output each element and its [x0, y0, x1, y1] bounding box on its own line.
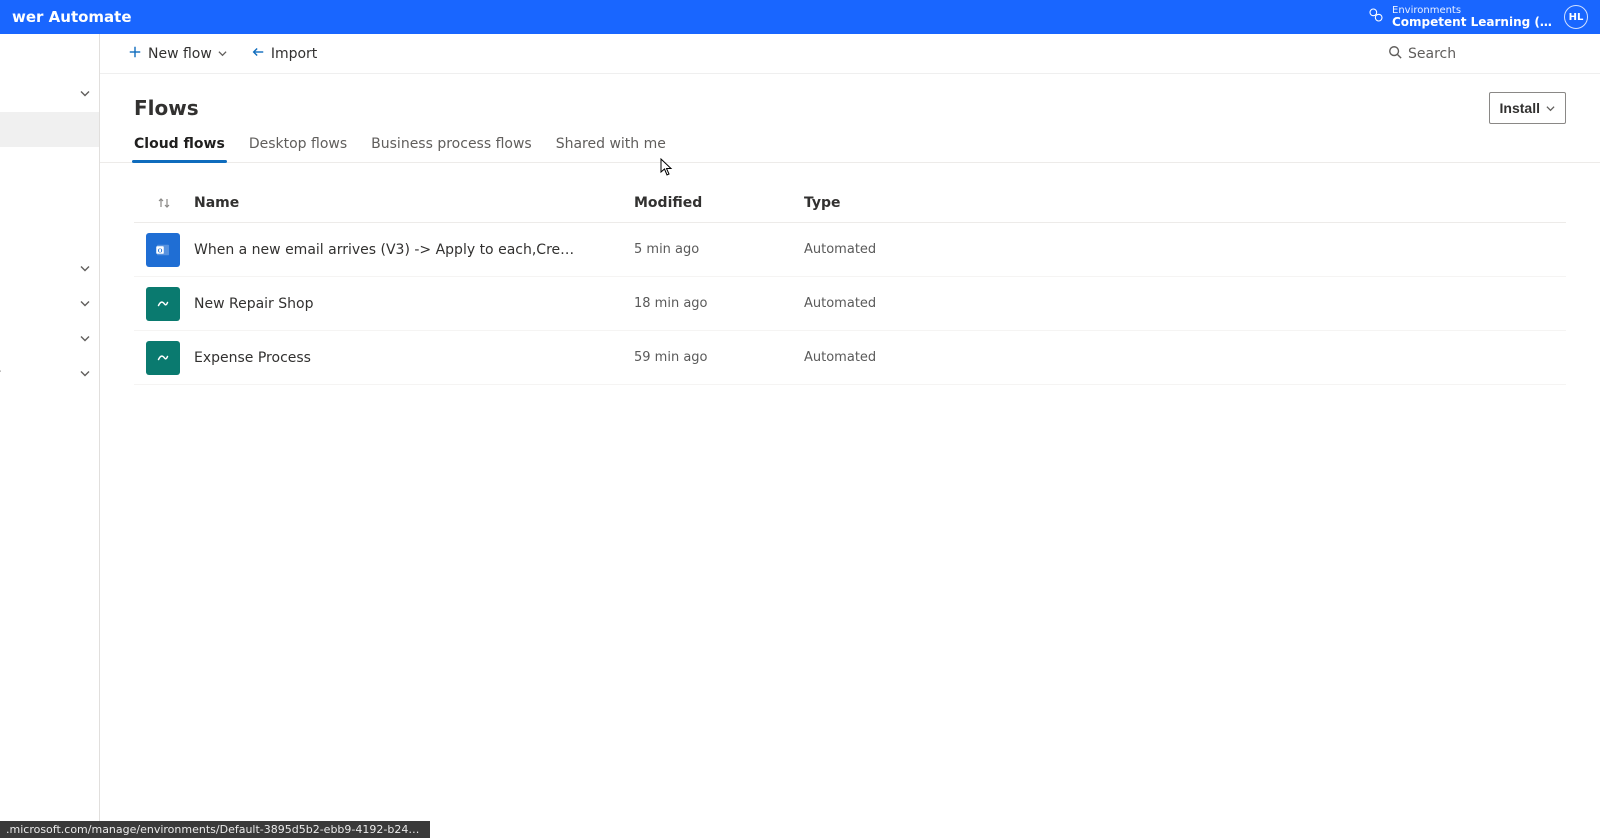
install-button[interactable]: Install	[1489, 92, 1566, 124]
table-header-row: Name Modified Type	[134, 183, 1566, 223]
environment-icon	[1368, 7, 1384, 27]
sidebar-item[interactable]: ion items	[0, 77, 100, 112]
table-row[interactable]: Expense Process59 min agoAutomated	[134, 331, 1566, 385]
chevron-down-icon	[80, 332, 90, 347]
sidebar-item[interactable]: rn	[0, 427, 100, 462]
chevron-down-icon	[80, 367, 90, 382]
flow-type: Automated	[804, 350, 1566, 365]
command-bar: New flow Import Search	[100, 34, 1600, 74]
table-row[interactable]: New Repair Shop18 min agoAutomated	[134, 277, 1566, 331]
chevron-down-icon	[80, 262, 90, 277]
dataverse-icon	[146, 341, 180, 375]
svg-text:O: O	[158, 248, 163, 254]
col-name[interactable]: Name	[194, 195, 634, 211]
col-modified[interactable]: Modified	[634, 195, 804, 211]
sidebar-item[interactable]: ate	[0, 147, 100, 182]
chevron-down-icon	[80, 297, 90, 312]
new-flow-button[interactable]: New flow	[120, 38, 235, 70]
plus-icon	[128, 45, 142, 63]
sidebar-item[interactable]: a	[0, 252, 100, 287]
install-label: Install	[1500, 100, 1540, 116]
tab[interactable]: Business process flows	[371, 136, 532, 162]
flow-name: New Repair Shop	[194, 296, 634, 312]
flow-modified: 18 min ago	[634, 296, 804, 311]
chevron-down-icon	[1546, 100, 1555, 116]
tab[interactable]: Desktop flows	[249, 136, 347, 162]
flow-name: Expense Process	[194, 350, 634, 366]
table-row[interactable]: O When a new email arrives (V3) -> Apply …	[134, 223, 1566, 277]
sidebar-item[interactable]: nectors	[0, 217, 100, 252]
tabstrip: Cloud flows Desktop flows Business process…	[100, 128, 1600, 163]
sidebar-item[interactable]: flows	[0, 112, 100, 147]
side-navigation: meion itemsflowsatenplatesnectorsanitoru…	[0, 34, 100, 838]
avatar[interactable]: HL	[1564, 5, 1588, 29]
flow-modified: 5 min ago	[634, 242, 804, 257]
search-icon	[1388, 45, 1402, 63]
environment-name: Competent Learning (d…	[1392, 16, 1552, 29]
sidebar-item[interactable]: me	[0, 42, 100, 77]
flow-type: Automated	[804, 296, 1566, 311]
status-bar-url: .microsoft.com/manage/environments/Defau…	[0, 821, 430, 838]
import-button[interactable]: Import	[243, 38, 325, 70]
top-app-bar: wer Automate Environments Competent Lear…	[0, 0, 1600, 34]
flow-type: Automated	[804, 242, 1566, 257]
dataverse-icon	[146, 287, 180, 321]
col-type[interactable]: Type	[804, 195, 1566, 211]
flow-modified: 59 min ago	[634, 350, 804, 365]
sidebar-item[interactable]: utions	[0, 392, 100, 427]
environment-label: Environments	[1392, 5, 1552, 16]
sort-icon[interactable]	[134, 197, 194, 209]
outlook-icon: O	[146, 233, 180, 267]
page-title: Flows	[134, 96, 199, 120]
environment-picker[interactable]: Environments Competent Learning (d…	[1368, 5, 1552, 29]
flow-name: When a new email arrives (V3) -> Apply t…	[194, 242, 634, 258]
tab[interactable]: Cloud flows	[134, 136, 225, 162]
chevron-down-icon	[80, 87, 90, 102]
search-input[interactable]: Search	[1380, 38, 1580, 70]
sidebar-item[interactable]: nplates	[0, 182, 100, 217]
tab[interactable]: Shared with me	[556, 136, 666, 162]
import-label: Import	[271, 46, 317, 62]
sidebar-item[interactable]: uilder	[0, 322, 100, 357]
sidebar-item[interactable]: nitor	[0, 287, 100, 322]
chevron-down-icon	[218, 46, 227, 62]
app-title: wer Automate	[12, 8, 132, 26]
import-icon	[251, 45, 265, 63]
sidebar-item[interactable]: cess advisor	[0, 357, 100, 392]
search-placeholder: Search	[1408, 46, 1456, 62]
new-flow-label: New flow	[148, 46, 212, 62]
